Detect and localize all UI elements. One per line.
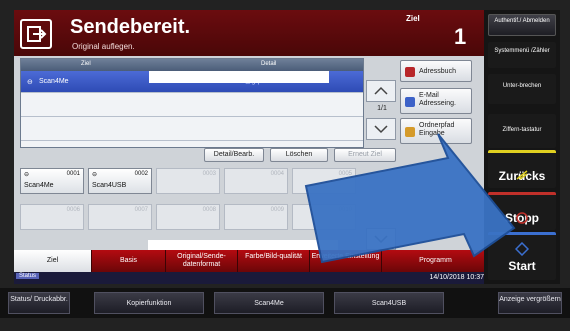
scroll-up-button[interactable]	[366, 80, 396, 102]
copy-function-button[interactable]: Kopierfunktion	[94, 292, 204, 314]
tab-basis[interactable]: Basis	[92, 250, 166, 272]
interrupt-button[interactable]: Unter-brechen	[488, 74, 556, 104]
status-bar: Status 14/10/2018 10:37	[14, 272, 490, 284]
page-subtitle: Original auflegen.	[72, 42, 135, 51]
annotation-arrow	[304, 133, 516, 264]
status-label: Status	[16, 273, 40, 279]
email-entry-button[interactable]: E-Mail Adresseing.	[400, 88, 472, 114]
folder-icon: ⊖	[24, 172, 30, 178]
status-job-cancel-button[interactable]: Status/ Druckabbr.	[8, 292, 70, 314]
row-destination-name: Scan4Me	[39, 78, 69, 85]
column-header-ziel: Ziel	[81, 61, 91, 67]
enlarge-display-button[interactable]: Anzeige vergrößern	[498, 292, 562, 314]
email-icon	[405, 97, 415, 107]
redaction-block	[149, 71, 329, 83]
folder-icon: ⊖	[27, 78, 33, 86]
send-icon	[20, 19, 52, 49]
detail-edit-button[interactable]: Detail/Bearb.	[204, 148, 264, 162]
destination-count-label: Ziel	[406, 14, 420, 23]
scan4me-button[interactable]: Scan4Me	[214, 292, 324, 314]
destination-count: 1	[454, 24, 467, 49]
one-touch-key[interactable]: 0006	[20, 204, 84, 230]
one-touch-key[interactable]: 0008	[156, 204, 220, 230]
system-menu-button[interactable]: Systemmenü /Zähler	[488, 42, 556, 68]
bottom-function-bar: Status/ Druckabbr. Kopierfunktion Scan4M…	[0, 288, 570, 318]
one-touch-key[interactable]: ⊖ 0001 Scan4Me	[20, 168, 84, 194]
table-header: Ziel Detail	[21, 59, 363, 71]
one-touch-key[interactable]: 0007	[88, 204, 152, 230]
tab-original-format[interactable]: Original/Sende-datenformat	[166, 250, 238, 272]
one-touch-key[interactable]: ⊖ 0002 Scan4USB	[88, 168, 152, 194]
page-title: Sendebereit.	[70, 16, 191, 38]
column-header-detail: Detail	[261, 61, 277, 67]
header-bar: Sendebereit. Original auflegen. Ziel 1	[14, 10, 490, 56]
one-touch-key[interactable]: 0004	[224, 168, 288, 194]
scan4usb-button[interactable]: Scan4USB	[334, 292, 444, 314]
table-row[interactable]	[21, 95, 363, 117]
one-touch-key[interactable]: 0003	[156, 168, 220, 194]
folder-icon: ⊖	[92, 172, 98, 178]
address-book-button[interactable]: Adressbuch	[400, 60, 472, 82]
authentication-logout-button[interactable]: Authentif./ Abmelden	[488, 14, 556, 36]
page-indicator: 1/1	[377, 105, 387, 112]
tab-ziel[interactable]: Ziel	[14, 250, 92, 272]
one-touch-key[interactable]: 0009	[224, 204, 288, 230]
address-book-icon	[405, 67, 415, 77]
date-time: 14/10/2018 10:37	[429, 274, 485, 281]
